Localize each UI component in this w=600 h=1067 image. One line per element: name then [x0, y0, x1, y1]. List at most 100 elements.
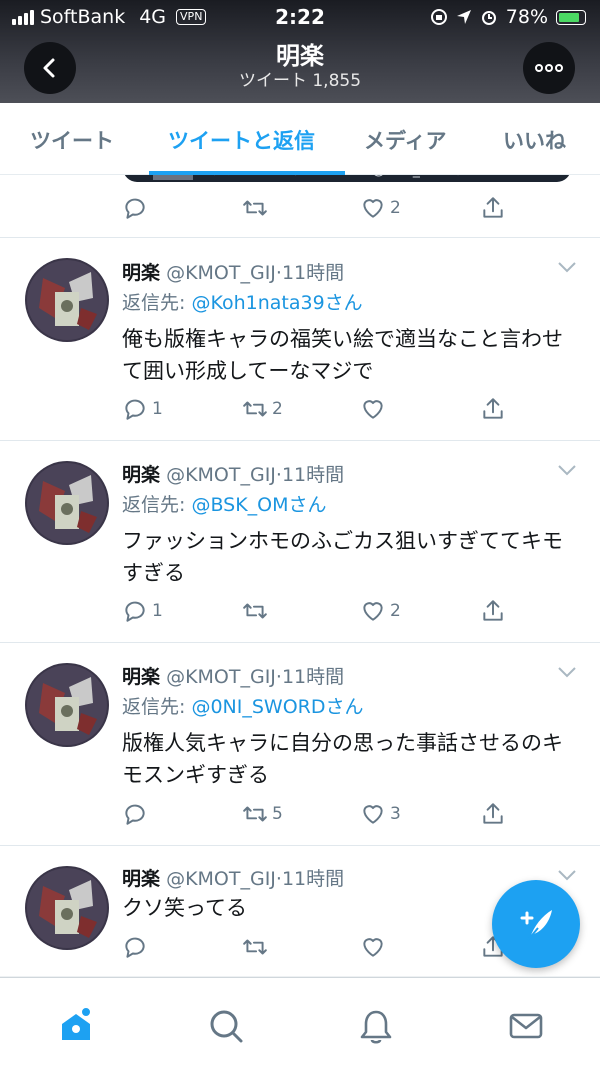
nav-notifications[interactable] [356, 1006, 396, 1046]
retweet-button[interactable]: 2 [242, 396, 283, 422]
share-icon [483, 398, 503, 419]
tweet-time: ·11時間 [275, 666, 345, 688]
retweet-button[interactable] [242, 195, 268, 221]
reply-button[interactable]: 1 [122, 396, 163, 422]
search-icon [210, 1010, 243, 1043]
avatar[interactable] [25, 258, 109, 342]
reply-to-link[interactable]: @0NI_SWORDさん [191, 696, 363, 718]
more-button[interactable] [523, 42, 575, 94]
retweet-icon [243, 401, 267, 417]
avatar-image [25, 663, 109, 747]
heart-icon [363, 602, 383, 621]
reply-button[interactable] [122, 801, 152, 827]
share-button[interactable] [480, 195, 506, 221]
author-name[interactable]: 明楽 [122, 666, 160, 688]
heart-icon [363, 938, 383, 957]
share-icon [483, 600, 503, 621]
tweet-count: ツイート 1,855 [238, 71, 362, 91]
home-icon [62, 1006, 92, 1040]
tweet[interactable]: 明楽 @KMOT_GIJ·11時間 返信先: @Koh1nata39さん 俺も版… [0, 238, 600, 441]
author-name[interactable]: 明楽 [122, 464, 160, 486]
tweet-author-line: 明楽 @KMOT_GIJ·11時間 [122, 662, 344, 689]
chevron-down-icon[interactable] [556, 868, 578, 882]
retweet-icon [243, 806, 267, 822]
reply-to-line: 返信先: @BSK_OMさん [122, 490, 327, 517]
retweet-icon [243, 603, 267, 619]
avatar[interactable] [25, 663, 109, 747]
profile-tabs: ツイート ツイートと返信 メディア いいね [0, 103, 600, 175]
tab-media[interactable]: メディア [364, 125, 447, 155]
like-button[interactable]: 3 [360, 801, 401, 827]
retweet-icon [243, 200, 267, 216]
battery-icon [556, 9, 586, 25]
tweet-text: 版権人気キャラに自分の思った事話させるのキモスンギすぎる [122, 731, 563, 787]
reply-prefix: 返信先: [122, 494, 192, 516]
author-handle: @KMOT_GIJ [166, 464, 276, 486]
like-button[interactable] [360, 934, 386, 960]
share-button[interactable] [480, 598, 506, 624]
reply-icon [125, 601, 145, 622]
share-button[interactable] [480, 396, 506, 422]
reply-button[interactable]: 1 [122, 598, 163, 624]
tweet-author-line: 明楽 @KMOT_GIJ·11時間 [122, 460, 344, 487]
tweet-time: ·11時間 [275, 464, 345, 486]
like-button[interactable]: 2 [360, 195, 401, 221]
tweet[interactable]: 明楽 @KMOT_GIJ·11時間 返信先: @0NI_SWORDさん 版権人気… [0, 643, 600, 846]
tweet-time: ·11時間 [275, 868, 345, 890]
tweet-actions: 1 2 [0, 598, 600, 628]
tweet-text: ファッションホモのふごカス狙いすぎててキモすぎる [122, 529, 563, 585]
reply-to-line: 返信先: @0NI_SWORDさん [122, 692, 364, 719]
author-handle: @KMOT_GIJ [166, 666, 276, 688]
share-icon [483, 803, 503, 824]
reply-button[interactable] [122, 195, 148, 221]
reply-to-link[interactable]: @BSK_OMさん [191, 494, 326, 516]
avatar-image [25, 258, 109, 342]
reply-button[interactable] [122, 934, 148, 960]
reply-to-link[interactable]: @Koh1nata39さん [191, 292, 362, 314]
messages-icon [509, 1013, 543, 1039]
reply-icon [125, 937, 145, 958]
alarm-icon [481, 11, 496, 25]
retweet-button[interactable] [242, 934, 268, 960]
rotation-lock-icon [430, 9, 447, 25]
tweet-author-line: 明楽 @KMOT_GIJ·11時間 [122, 864, 344, 891]
retweet-button[interactable] [242, 598, 272, 624]
profile-header: SoftBank 4G VPN 2:22 78% 明楽 ツイート 1,855 [0, 0, 600, 103]
avatar[interactable] [25, 461, 109, 545]
author-handle: @KMOT_GIJ [166, 262, 276, 284]
tab-tweets-and-replies[interactable]: ツイートと返信 [168, 125, 315, 155]
tweet[interactable]: 明楽 @KMOT_GIJ·11時間 返信先: @BSK_OMさん ファッションホ… [0, 441, 600, 643]
more-horizontal-icon [535, 64, 563, 72]
author-name[interactable]: 明楽 [122, 262, 160, 284]
chevron-down-icon[interactable] [556, 665, 578, 679]
like-button[interactable]: 2 [360, 598, 401, 624]
like-count: 2 [390, 601, 401, 621]
heart-icon [363, 400, 383, 419]
nav-search[interactable] [206, 1006, 246, 1046]
share-button[interactable] [480, 801, 506, 827]
chevron-down-icon[interactable] [556, 260, 578, 274]
retweet-count: 2 [272, 399, 283, 419]
tweet-text: 俺も版権キャラの福笑い絵で適当なこと言わせて囲い形成してーなマジで [122, 327, 563, 383]
nav-messages[interactable] [506, 1006, 546, 1046]
reply-icon [125, 198, 145, 219]
retweet-button[interactable]: 5 [242, 801, 283, 827]
heart-icon [363, 805, 383, 824]
like-count: 2 [390, 198, 401, 218]
like-count: 3 [390, 804, 401, 824]
location-icon [456, 10, 471, 24]
tab-tweets[interactable]: ツイート [30, 125, 114, 155]
tab-likes[interactable]: いいね [503, 125, 566, 155]
nav-home[interactable] [56, 1006, 96, 1046]
author-name[interactable]: 明楽 [122, 868, 160, 890]
compose-tweet-button[interactable] [492, 880, 580, 968]
like-button[interactable] [360, 396, 390, 422]
retweet-icon [243, 939, 267, 955]
tweet-author-line: 明楽 @KMOT_GIJ·11時間 [122, 258, 344, 285]
reply-count: 1 [152, 601, 163, 621]
tweet-time: ·11時間 [275, 262, 345, 284]
author-handle: @KMOT_GIJ [166, 868, 276, 890]
tweet-actions: 5 3 [0, 801, 600, 831]
chevron-down-icon[interactable] [556, 463, 578, 477]
tweet-partial[interactable]: 2 [0, 175, 600, 238]
